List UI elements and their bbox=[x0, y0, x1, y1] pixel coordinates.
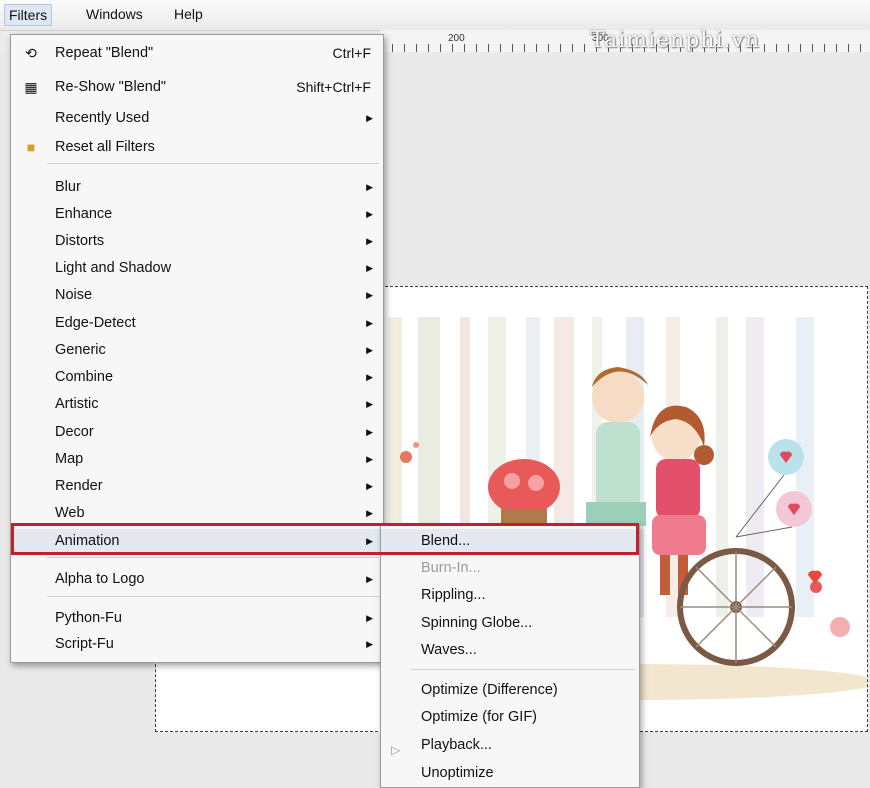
submenu-arrow-icon: ▶ bbox=[366, 427, 373, 437]
submenu-arrow-icon: ▶ bbox=[366, 236, 373, 246]
menu-item-unoptimize[interactable]: Unoptimize bbox=[381, 761, 639, 785]
menu-item-reshow-blend[interactable]: ▦ Re-Show "Blend" Shift+Ctrl+F bbox=[11, 75, 383, 99]
menu-item-script-fu[interactable]: Script-Fu ▶ bbox=[11, 632, 383, 656]
menu-item-alpha-to-logo[interactable]: Alpha to Logo ▶ bbox=[11, 567, 383, 591]
menu-separator bbox=[47, 596, 379, 597]
menu-item-spinning-globe[interactable]: Spinning Globe... bbox=[381, 611, 639, 635]
menu-item-playback[interactable]: ▷ Playback... bbox=[381, 733, 639, 757]
animation-submenu: Blend... Burn-In... Rippling... Spinning… bbox=[380, 524, 640, 788]
submenu-arrow-icon: ▶ bbox=[366, 345, 373, 355]
highlight-annotation bbox=[11, 523, 639, 555]
submenu-arrow-icon: ▶ bbox=[366, 399, 373, 409]
submenu-arrow-icon: ▶ bbox=[366, 182, 373, 192]
submenu-arrow-icon: ▶ bbox=[366, 209, 373, 219]
menu-filters[interactable]: Filters bbox=[4, 4, 53, 26]
menu-item-rippling[interactable]: Rippling... bbox=[381, 583, 639, 607]
submenu-arrow-icon: ▶ bbox=[366, 639, 373, 649]
submenu-arrow-icon: ▶ bbox=[366, 481, 373, 491]
menu-item-optimize-difference[interactable]: Optimize (Difference) bbox=[381, 678, 639, 702]
menu-item-combine[interactable]: Combine ▶ bbox=[11, 365, 383, 389]
menu-item-map[interactable]: Map ▶ bbox=[11, 447, 383, 471]
menu-item-generic[interactable]: Generic ▶ bbox=[11, 338, 383, 362]
menu-separator bbox=[47, 557, 379, 558]
menu-item-burn-in: Burn-In... bbox=[421, 560, 481, 576]
menu-item-edge-detect[interactable]: Edge-Detect ▶ bbox=[11, 311, 383, 335]
menu-windows[interactable]: Windows bbox=[86, 6, 143, 22]
menu-item-noise[interactable]: Noise ▶ bbox=[11, 283, 383, 307]
repeat-icon: ⟲ bbox=[25, 45, 37, 61]
submenu-arrow-icon: ▶ bbox=[366, 508, 373, 518]
menu-item-render[interactable]: Render ▶ bbox=[11, 474, 383, 498]
reset-icon: ■ bbox=[26, 139, 36, 155]
watermark: Taimienphi.vn bbox=[590, 28, 761, 53]
menu-help[interactable]: Help bbox=[174, 6, 203, 22]
menu-item-optimize-gif[interactable]: Optimize (for GIF) bbox=[381, 705, 639, 729]
filters-menu: ⟲ Repeat "Blend" Ctrl+F ▦ Re-Show "Blend… bbox=[10, 34, 384, 663]
menu-item-light-and-shadow[interactable]: Light and Shadow ▶ bbox=[11, 256, 383, 280]
menubar: Filters Windows Help bbox=[0, 0, 870, 31]
menu-item-enhance[interactable]: Enhance ▶ bbox=[11, 202, 383, 226]
submenu-arrow-icon: ▶ bbox=[366, 263, 373, 273]
menu-separator bbox=[411, 669, 635, 670]
submenu-arrow-icon: ▶ bbox=[366, 290, 373, 300]
submenu-arrow-icon: ▶ bbox=[366, 372, 373, 382]
menu-item-decor[interactable]: Decor ▶ bbox=[11, 420, 383, 444]
submenu-arrow-icon: ▶ bbox=[366, 574, 373, 584]
submenu-arrow-icon: ▶ bbox=[366, 454, 373, 464]
submenu-arrow-icon: ▶ bbox=[366, 318, 373, 328]
menu-item-python-fu[interactable]: Python-Fu ▶ bbox=[11, 606, 383, 630]
play-icon: ▷ bbox=[391, 743, 401, 757]
menu-separator bbox=[47, 163, 379, 164]
submenu-arrow-icon: ▶ bbox=[366, 113, 373, 123]
menu-item-artistic[interactable]: Artistic ▶ bbox=[11, 392, 383, 416]
menu-item-recently-used[interactable]: Recently Used ▶ bbox=[11, 106, 383, 130]
reshow-icon: ▦ bbox=[24, 79, 38, 95]
menu-item-distorts[interactable]: Distorts ▶ bbox=[11, 229, 383, 253]
ruler-label-200: 200 bbox=[448, 33, 465, 44]
menu-item-blur[interactable]: Blur ▶ bbox=[11, 175, 383, 199]
menu-item-repeat-blend[interactable]: ⟲ Repeat "Blend" Ctrl+F bbox=[11, 41, 383, 65]
menu-item-reset-filters[interactable]: ■ Reset all Filters bbox=[11, 135, 383, 159]
menu-item-waves[interactable]: Waves... bbox=[381, 638, 639, 662]
menu-item-web[interactable]: Web ▶ bbox=[11, 501, 383, 525]
submenu-arrow-icon: ▶ bbox=[366, 613, 373, 623]
